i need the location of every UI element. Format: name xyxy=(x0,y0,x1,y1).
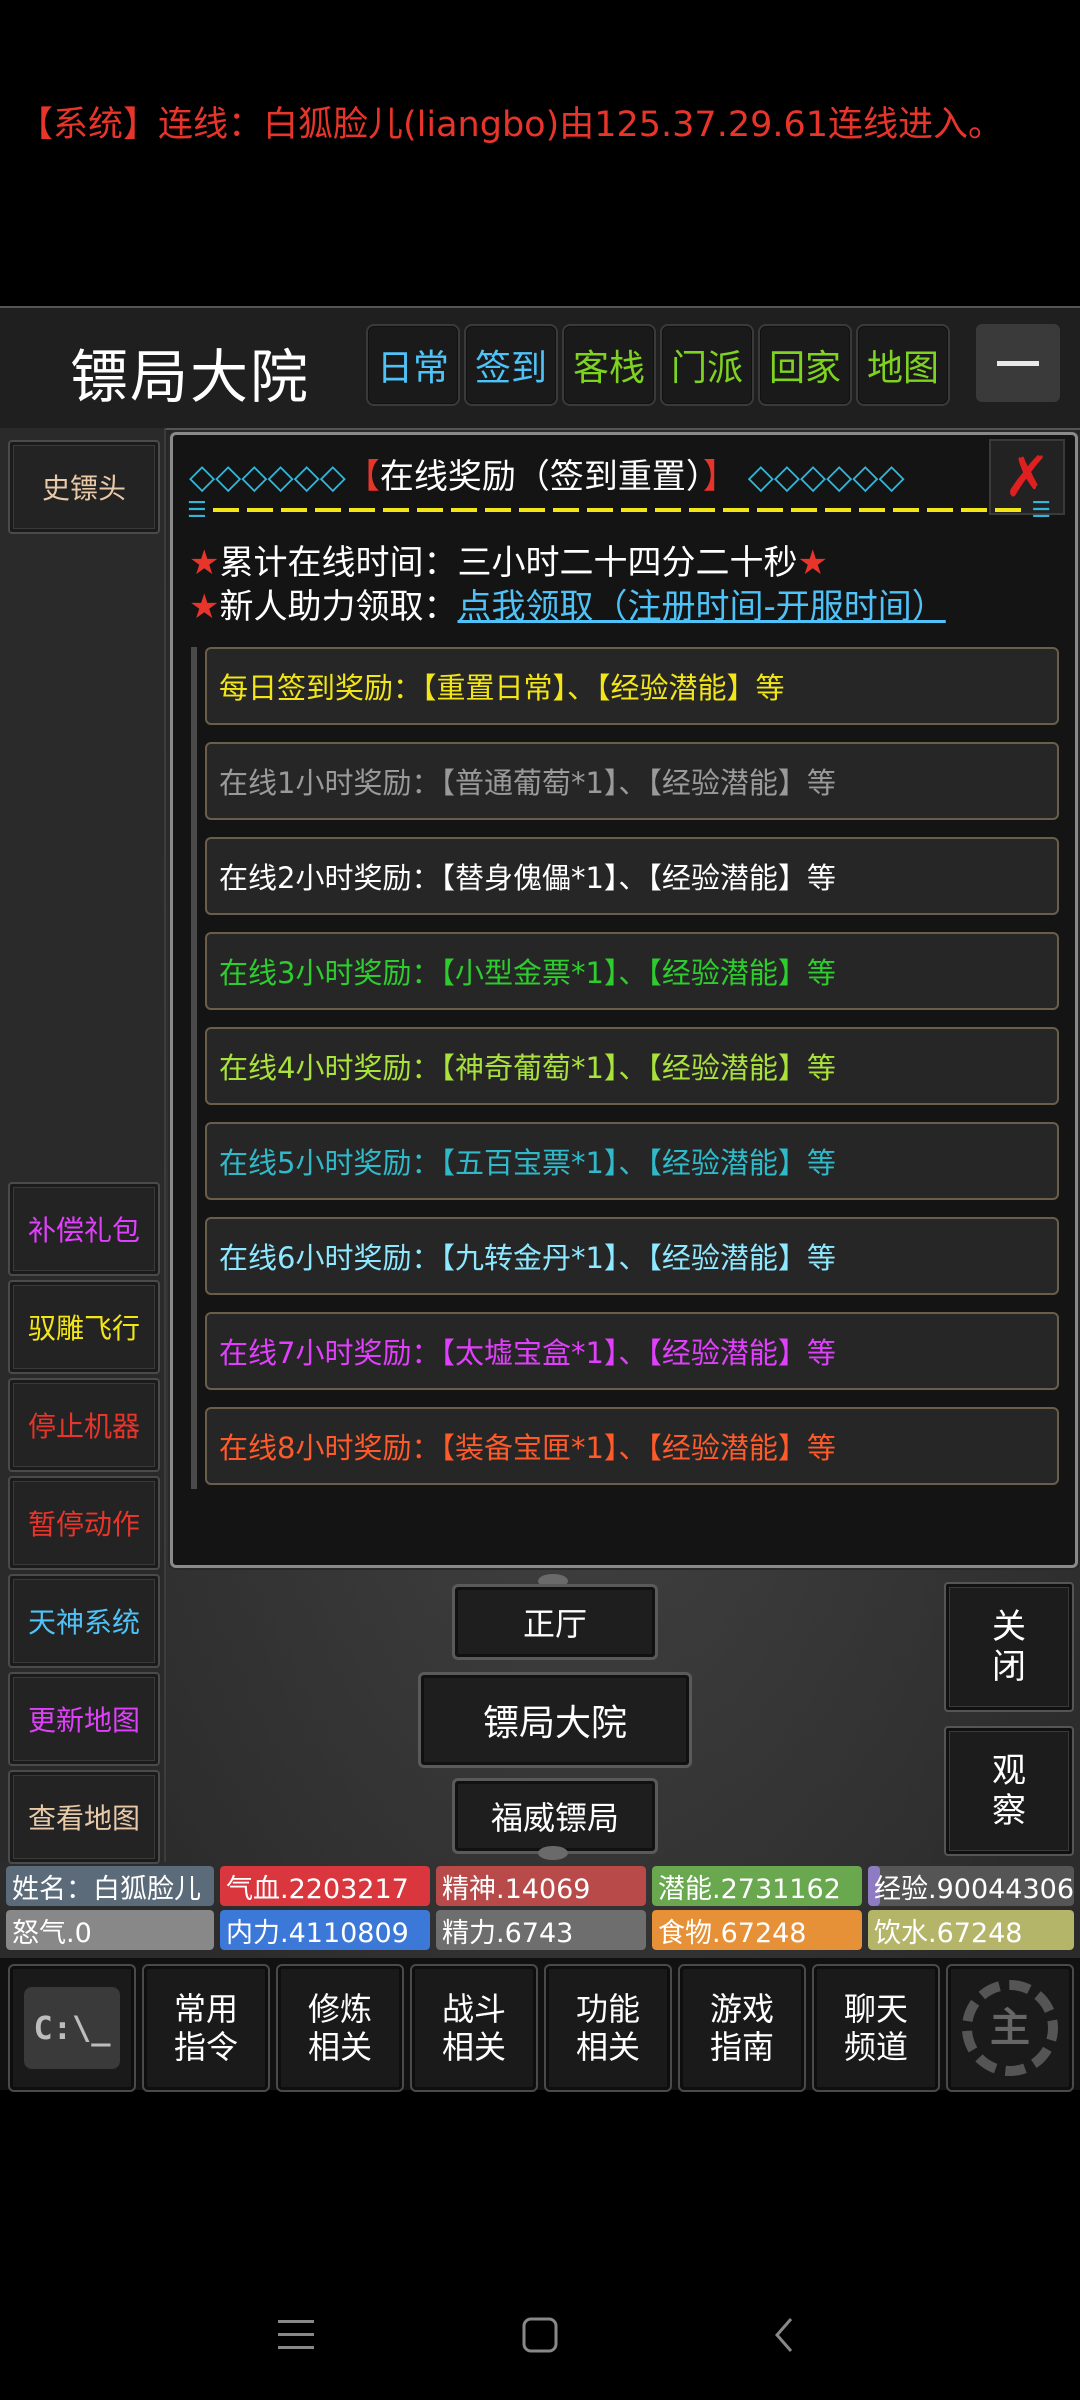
terminal-button[interactable]: C:\_ xyxy=(8,1964,136,2092)
menu-lines-icon xyxy=(278,2320,314,2349)
sidebar-item-view-map[interactable]: 查看地图 xyxy=(8,1770,160,1864)
stat-potential: 潜能.2731162 xyxy=(652,1866,862,1906)
nav-daily-button[interactable]: 日常 xyxy=(366,324,460,406)
minus-icon xyxy=(997,360,1039,366)
reward-row-4h[interactable]: 在线4小时奖励：【神奇葡萄*1】、【经验潜能】等 xyxy=(205,1027,1059,1105)
online-reward-dialog: ◇◇◇◇◇◇【在线奖励（签到重置）】 ◇◇◇◇◇◇ ✗ ☰ ☰ ★累计在线时间：… xyxy=(170,432,1078,1568)
stat-name: 姓名：白狐脸儿 xyxy=(6,1866,214,1906)
star-icon: ★ xyxy=(189,543,220,583)
reward-row-8h[interactable]: 在线8小时奖励：【装备宝匣*1】、【经验潜能】等 xyxy=(205,1407,1059,1485)
close-room-button[interactable]: 关闭 xyxy=(944,1582,1074,1712)
dialog-title: ◇◇◇◇◇◇【在线奖励（签到重置）】 ◇◇◇◇◇◇ xyxy=(189,457,905,497)
home-button[interactable] xyxy=(520,2310,560,2360)
sidebar-item-stop-machine[interactable]: 停止机器 xyxy=(8,1378,160,1472)
newbie-help-line: ★新人助力领取：点我领取（注册时间-开服时间） xyxy=(189,587,946,627)
menu-functions[interactable]: 功能相关 xyxy=(544,1964,672,2092)
reward-row-1h[interactable]: 在线1小时奖励：【普通葡萄*1】、【经验潜能】等 xyxy=(205,742,1059,820)
sidebar-item-god-system[interactable]: 天神系统 xyxy=(8,1574,160,1668)
menu-combat[interactable]: 战斗相关 xyxy=(410,1964,538,2092)
observe-button[interactable]: 观察 xyxy=(944,1726,1074,1856)
diamond-decor-right: ◇◇◇◇◇◇ xyxy=(747,457,905,497)
newbie-claim-link[interactable]: 点我领取（注册时间-开服时间） xyxy=(457,587,945,627)
minimize-button[interactable] xyxy=(976,324,1060,402)
sidebar-item-pause-action[interactable]: 暂停动作 xyxy=(8,1476,160,1570)
star-icon: ★ xyxy=(797,543,828,583)
npc-escort-head-button[interactable]: 史镖头 xyxy=(8,440,160,534)
reward-row-3h[interactable]: 在线3小时奖励：【小型金票*1】、【经验潜能】等 xyxy=(205,932,1059,1010)
location-title: 镖局大院 xyxy=(70,343,311,411)
star-icon: ★ xyxy=(189,587,220,627)
nav-map-button[interactable]: 地图 xyxy=(856,324,950,406)
stat-food: 食物.67248 xyxy=(652,1910,862,1950)
stat-exp: 经验.90044306 xyxy=(868,1866,1074,1906)
reward-row-7h[interactable]: 在线7小时奖励：【太墟宝盒*1】、【经验潜能】等 xyxy=(205,1312,1059,1390)
list-scrollbar[interactable] xyxy=(191,647,197,1489)
diamond-decor-left: ◇◇◇◇◇◇ xyxy=(189,457,346,497)
sidebar-item-update-map[interactable]: 更新地图 xyxy=(8,1672,160,1766)
reward-row-6h[interactable]: 在线6小时奖励：【九转金丹*1】、【经验潜能】等 xyxy=(205,1217,1059,1295)
reward-row-2h[interactable]: 在线2小时奖励：【替身傀儡*1】、【经验潜能】等 xyxy=(205,837,1059,915)
nav-checkin-button[interactable]: 签到 xyxy=(464,324,558,406)
gear-icon: 主 xyxy=(962,1980,1058,2076)
ornament-decor xyxy=(538,1846,568,1860)
reward-row-5h[interactable]: 在线5小时奖励：【五百宝票*1】、【经验潜能】等 xyxy=(205,1122,1059,1200)
reward-row-daily[interactable]: 每日签到奖励：【重置日常】、【经验潜能】等 xyxy=(205,647,1059,725)
back-chevron-icon xyxy=(775,2318,793,2352)
sidebar-item-eagle-flight[interactable]: 驭雕飞行 xyxy=(8,1280,160,1374)
home-square-icon xyxy=(522,2317,558,2353)
stat-inner-power: 内力.4110809 xyxy=(220,1910,430,1950)
recent-apps-button[interactable] xyxy=(276,2310,316,2360)
menu-cultivation[interactable]: 修炼相关 xyxy=(276,1964,404,2092)
stat-hp: 气血.2203217 xyxy=(220,1866,430,1906)
online-time-line: ★累计在线时间：三小时二十四分二十秒★ xyxy=(189,543,828,583)
exit-north-button[interactable]: 正厅 xyxy=(452,1584,658,1660)
sidebar-item-compensation[interactable]: 补偿礼包 xyxy=(8,1182,160,1276)
stat-spirit: 精神.14069 xyxy=(436,1866,646,1906)
main-menu-button[interactable]: 主 xyxy=(946,1964,1074,2092)
menu-chat-channel[interactable]: 聊天频道 xyxy=(812,1964,940,2092)
stat-energy: 精力.6743 xyxy=(436,1910,646,1950)
terminal-icon: C:\_ xyxy=(24,1987,120,2069)
current-location-label: 镖局大院 xyxy=(418,1672,692,1768)
stat-water: 饮水.67248 xyxy=(868,1910,1074,1950)
stat-rage: 怒气.0 xyxy=(6,1910,214,1950)
back-button[interactable] xyxy=(764,2310,804,2360)
exit-south-button[interactable]: 福威镖局 xyxy=(452,1778,658,1854)
menu-game-guide[interactable]: 游戏指南 xyxy=(678,1964,806,2092)
title-divider: ☰ ☰ xyxy=(187,497,1051,523)
nav-home-button[interactable]: 回家 xyxy=(758,324,852,406)
nav-inn-button[interactable]: 客栈 xyxy=(562,324,656,406)
system-message: 【系统】连线：白狐脸儿(liangbo)由125.37.29.61连线进入。 xyxy=(18,105,1004,145)
menu-common-commands[interactable]: 常用指令 xyxy=(142,1964,270,2092)
nav-sect-button[interactable]: 门派 xyxy=(660,324,754,406)
